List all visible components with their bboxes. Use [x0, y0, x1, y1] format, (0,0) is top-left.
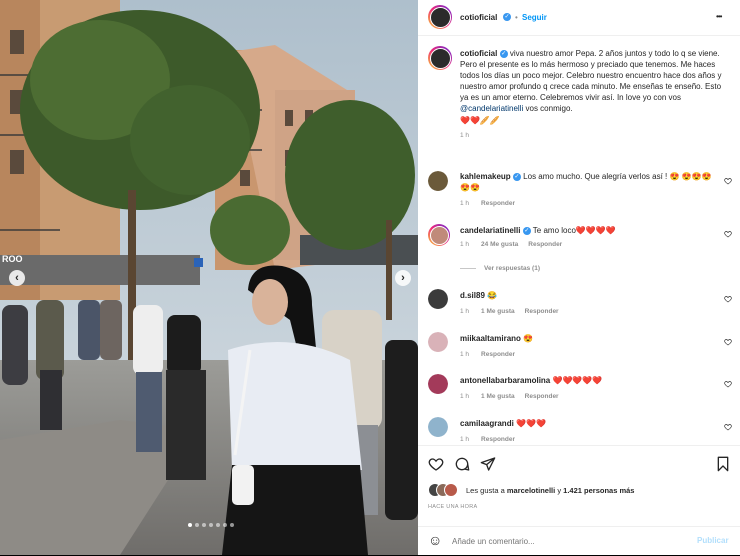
comment-item: kahlemakeup ✓ Los amo mucho. Que alegría…: [460, 171, 715, 209]
like-comment-heart-icon[interactable]: [724, 230, 732, 238]
comment-text: 😂: [487, 291, 498, 300]
comment-likes[interactable]: 1 Me gusta: [481, 393, 515, 400]
shop-sign-text: ROO: [2, 254, 23, 264]
comment-item: antonellabarbaramolina ❤️❤️❤️❤️❤️ 1 h 1 M…: [460, 375, 715, 402]
comments-section[interactable]: cotioficial ✓ viva nuestro amor Pepa. 2 …: [418, 36, 740, 444]
post-timestamp: HACE UNA HORA: [428, 504, 478, 510]
post-details-panel: cotioficial ✓ • Seguir ••• cotioficial ✓…: [418, 0, 740, 555]
comment-text: ❤️❤️❤️: [516, 419, 546, 428]
instagram-post-modal: ROO ‹ › cotioficial ✓ • Seguir ••• cotio…: [0, 0, 740, 555]
comment-avatar[interactable]: [428, 332, 448, 352]
caption-time: 1 h: [460, 132, 470, 139]
like-comment-heart-icon[interactable]: [724, 338, 732, 346]
comment-username[interactable]: antonellabarbaramolina: [460, 376, 550, 385]
verified-badge-icon: ✓: [512, 172, 521, 181]
publish-button[interactable]: Publicar: [697, 536, 729, 545]
author-username[interactable]: cotioficial: [460, 13, 497, 22]
comment-time: 1 h: [460, 436, 470, 443]
like-comment-heart-icon[interactable]: [724, 423, 732, 431]
post-photo[interactable]: ROO ‹ ›: [0, 0, 418, 555]
carousel-dot: [223, 523, 227, 527]
reply-button[interactable]: Responder: [528, 241, 562, 248]
comment-username[interactable]: kahlemakeup: [460, 172, 511, 181]
post-header: cotioficial ✓ • Seguir •••: [418, 0, 740, 36]
verified-badge-icon: ✓: [503, 13, 511, 21]
comment-time: 1 h: [460, 393, 470, 400]
caption-emojis: ❤️❤️🥖🥖: [460, 116, 500, 125]
caption-avatar[interactable]: [428, 46, 452, 70]
likes-count-link[interactable]: 1.421 personas más: [563, 486, 634, 495]
comment-time: 1 h: [460, 200, 470, 207]
comment-item: miikaaltamirano 😍 1 h Responder: [460, 333, 715, 360]
reply-button[interactable]: Responder: [481, 351, 515, 358]
reply-button[interactable]: Responder: [481, 200, 515, 207]
caption-text: viva nuestro amor Pepa. 2 años juntos y …: [460, 49, 722, 102]
comment-avatar[interactable]: [428, 417, 448, 437]
comment-input[interactable]: [452, 534, 672, 548]
comment-avatar[interactable]: [428, 171, 448, 191]
author-avatar[interactable]: [428, 5, 452, 29]
like-comment-heart-icon[interactable]: [724, 295, 732, 303]
save-bookmark-icon[interactable]: [716, 456, 730, 472]
carousel-dot: [209, 523, 213, 527]
emoji-picker-icon[interactable]: ☺: [428, 532, 442, 548]
view-replies-button[interactable]: Ver respuestas (1): [484, 265, 540, 272]
comment-text: 😍: [523, 334, 534, 343]
comment-username[interactable]: miikaaltamirano: [460, 334, 521, 343]
post-actions: Les gusta a marcelotinelli y 1.421 perso…: [418, 445, 740, 526]
comment-likes[interactable]: 1 Me gusta: [481, 308, 515, 315]
comment-text: Te amo loco❤️❤️❤️❤️: [532, 226, 616, 235]
caption: cotioficial ✓ viva nuestro amor Pepa. 2 …: [460, 48, 722, 141]
more-options-icon[interactable]: •••: [716, 12, 722, 21]
comment-username[interactable]: candelariatinelli: [460, 226, 520, 235]
comment-time: 1 h: [460, 308, 470, 315]
add-comment-bar: ☺ Publicar: [418, 526, 740, 556]
caption-tail: vos conmigo.: [525, 104, 573, 113]
carousel-dots: [188, 523, 234, 527]
carousel-dot: [216, 523, 220, 527]
reply-button[interactable]: Responder: [525, 393, 559, 400]
liked-by-avatars: [428, 483, 468, 497]
likes-summary: Les gusta a marcelotinelli y 1.421 perso…: [466, 486, 635, 495]
comment-item: camilaagrandi ❤️❤️❤️ 1 h Responder: [460, 418, 715, 445]
previous-slide-button[interactable]: ‹: [9, 270, 25, 286]
like-heart-icon[interactable]: [428, 456, 444, 472]
reply-button[interactable]: Responder: [481, 436, 515, 443]
comment-time: 1 h: [460, 351, 470, 358]
comment-time: 1 h: [460, 241, 470, 248]
carousel-dot: [230, 523, 234, 527]
like-comment-heart-icon[interactable]: [724, 177, 732, 185]
comment-text: ❤️❤️❤️❤️❤️: [552, 376, 603, 385]
comment-bubble-icon[interactable]: [454, 456, 470, 472]
carousel-dot: [188, 523, 192, 527]
next-slide-button[interactable]: ›: [395, 270, 411, 286]
comment-avatar[interactable]: [428, 374, 448, 394]
follow-button[interactable]: Seguir: [522, 13, 547, 22]
comment-likes[interactable]: 24 Me gusta: [481, 241, 518, 248]
comment-item: candelariatinelli ✓ Te amo loco❤️❤️❤️❤️ …: [460, 225, 715, 274]
verified-badge-icon: ✓: [499, 49, 508, 58]
carousel-dot: [195, 523, 199, 527]
caption-mention-link[interactable]: @candelariatinelli: [460, 104, 523, 113]
comment-avatar[interactable]: [428, 289, 448, 309]
verified-badge-icon: ✓: [522, 226, 531, 235]
share-send-icon[interactable]: [480, 456, 496, 472]
liked-by-user-link[interactable]: marcelotinelli: [507, 486, 555, 495]
comment-username[interactable]: d.sil89: [460, 291, 485, 300]
reply-button[interactable]: Responder: [525, 308, 559, 315]
caption-username[interactable]: cotioficial: [460, 49, 497, 58]
comment-item: d.sil89 😂 1 h 1 Me gusta Responder: [460, 290, 715, 317]
comment-avatar[interactable]: [428, 224, 450, 246]
like-comment-heart-icon[interactable]: [724, 380, 732, 388]
carousel-dot: [202, 523, 206, 527]
comment-username[interactable]: camilaagrandi: [460, 419, 514, 428]
street-scene-image: ROO: [0, 0, 418, 555]
